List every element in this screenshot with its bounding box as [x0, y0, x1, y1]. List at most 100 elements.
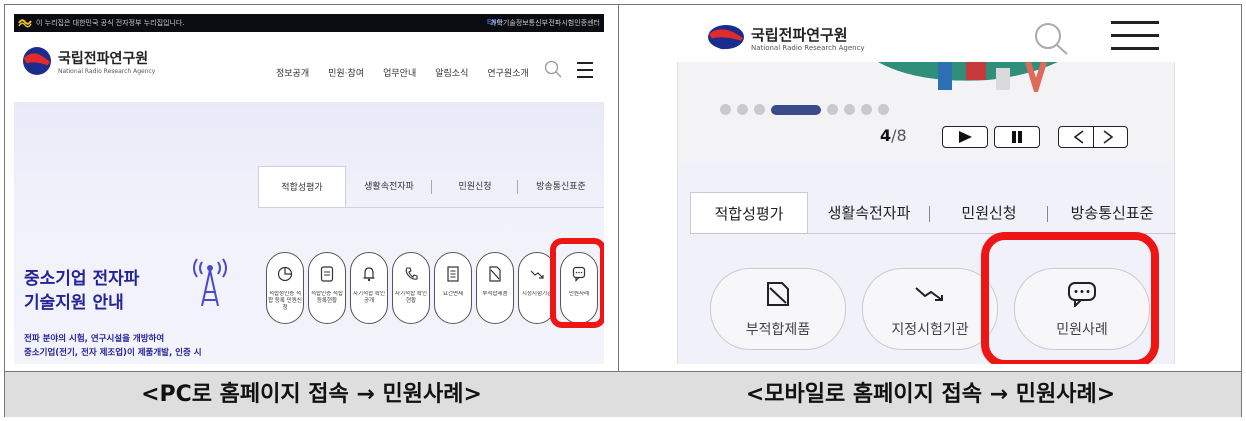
quick-label: 적합성인증 적합 등록 민원신청	[268, 291, 302, 311]
ministry-link[interactable]: 과학기술정보통신부	[490, 18, 548, 28]
promo-title-1: 중소기업 전자파	[24, 269, 140, 289]
tab-label: 방송통신표준	[536, 182, 586, 192]
quick-label: 요건면제	[442, 291, 464, 297]
tab-label: 민원신청	[458, 182, 492, 192]
chevron-right-icon[interactable]	[1094, 130, 1124, 144]
quick-label: 자기적합 확인 현황	[394, 291, 428, 304]
document-icon	[447, 266, 459, 282]
quick-label: 지정시험기관	[521, 291, 553, 297]
pie-chart-icon	[277, 266, 293, 282]
slider-dot[interactable]	[827, 104, 838, 115]
trend-down-icon	[915, 287, 943, 301]
mobile-site-logo[interactable]: 국립전파연구원 National Radio Research Agency	[707, 24, 865, 54]
tab-civil-apply[interactable]: 민원신청	[432, 166, 518, 207]
slider-dot[interactable]	[754, 104, 765, 115]
slider-dot[interactable]	[737, 104, 748, 115]
mobile-caption: <모바일로 홈페이지 접속 → 민원사례>	[745, 382, 1116, 407]
search-icon[interactable]	[544, 60, 562, 78]
tab-label: 민원신청	[961, 204, 1017, 222]
nav-item-info[interactable]: 정보공개	[276, 66, 309, 79]
mobile-slider: 4/8	[677, 62, 1175, 162]
tab-broadcast-std[interactable]: 방송통신표준	[1048, 192, 1176, 233]
gov-banner-text: 이 누리집은 대한민국 공식 전자정부 누리집입니다.	[36, 19, 185, 27]
nav-item-work[interactable]: 업무안내	[383, 66, 416, 79]
gov-emblem-icon	[18, 19, 32, 28]
slider-dot[interactable]	[720, 104, 731, 115]
tab-label: 생활속전자파	[364, 182, 414, 192]
quick-test-lab[interactable]: 지정시험기관	[862, 268, 998, 350]
quick-nonconform[interactable]: 부적합제품	[710, 268, 846, 350]
quick-self-open[interactable]: 자기적합 확인 공개	[350, 252, 388, 324]
pc-quick-menu: 적합성인증 적합 등록 민원신청 적합인증 적합등록현황 자기적합 확인 공개 …	[266, 252, 598, 324]
quick-label: 지정시험기관	[891, 322, 969, 338]
menu-icon[interactable]	[1111, 21, 1159, 60]
tab-civil-apply[interactable]: 민원신청	[930, 192, 1048, 233]
quick-label: 부적합제품	[745, 322, 811, 338]
pc-main-nav: 정보공개 민원·참여 업무안내 알림소식 연구원소개	[276, 66, 529, 79]
chevron-left-icon[interactable]	[1063, 130, 1093, 144]
comparison-frame: 이 누리집은 대한민국 공식 전자정부 누리집입니다. ENG 과학기술정보통신…	[4, 4, 1242, 417]
pause-icon	[1012, 131, 1022, 143]
search-icon[interactable]	[1031, 20, 1071, 56]
play-button[interactable]	[942, 126, 988, 148]
play-icon	[959, 131, 972, 143]
mobile-tab-bar: 적합성평가 생활속전자파 민원신청 방송통신표준	[690, 192, 1176, 234]
pc-site-logo[interactable]: 국립전파연구원 National Radio Research Agency	[22, 44, 155, 84]
promo-desc-2: 중소기업(전기, 전자 제조업)이 제품개발, 인증 시	[24, 348, 202, 358]
slider-dot-active[interactable]	[771, 104, 821, 115]
quick-label: 부적합제품	[482, 291, 508, 297]
tab-broadcast-std[interactable]: 방송통신표준	[518, 166, 604, 207]
menu-icon[interactable]	[577, 62, 593, 83]
nav-item-about[interactable]: 연구원소개	[487, 66, 528, 79]
column-divider	[618, 5, 619, 416]
rra-logo-icon	[708, 25, 744, 50]
test-center-link[interactable]: 전파시험인증센터	[548, 18, 600, 28]
pause-button[interactable]	[994, 126, 1040, 148]
quick-nonconform[interactable]: 부적합제품	[476, 252, 514, 324]
quick-self-status[interactable]: 자기적합 확인 현황	[392, 252, 430, 324]
bell-icon	[363, 267, 375, 282]
tab-emf[interactable]: 생활속전자파	[346, 166, 432, 207]
banner-illustration	[878, 62, 1058, 92]
promo-desc-1: 전파 분야의 시험, 연구시설을 개방하여	[24, 334, 165, 344]
nav-item-civil[interactable]: 민원·참여	[328, 66, 364, 79]
slider-prev-next	[1058, 126, 1128, 148]
broken-doc-icon	[489, 266, 501, 282]
tab-label: 적합성평가	[281, 183, 323, 193]
tab-conformity[interactable]: 적합성평가	[690, 192, 808, 233]
slider-pagination	[720, 104, 889, 115]
pc-logo-sub: National Radio Research Agency	[58, 68, 156, 75]
tab-label: 생활속전자파	[827, 204, 911, 222]
quick-exemption[interactable]: 요건면제	[434, 252, 472, 324]
pc-highlight-box	[550, 238, 604, 328]
slide-total: 8	[896, 126, 907, 145]
slider-dot[interactable]	[861, 104, 872, 115]
tab-label: 적합성평가	[714, 205, 784, 223]
quick-label: 적합인증 적합등록현황	[310, 291, 344, 304]
tab-conformity[interactable]: 적합성평가	[258, 166, 346, 207]
slider-dot[interactable]	[878, 104, 889, 115]
pc-caption: <PC로 홈페이지 접속 → 민원사례>	[141, 382, 482, 407]
receipt-icon	[320, 266, 334, 282]
tab-emf[interactable]: 생활속전자파	[808, 192, 930, 233]
phone-icon	[405, 267, 418, 280]
pc-screenshot: 이 누리집은 대한민국 공식 전자정부 누리집입니다. ENG 과학기술정보통신…	[14, 14, 604, 364]
mobile-highlight-box	[981, 232, 1159, 364]
pc-header: 국립전파연구원 National Radio Research Agency 정…	[14, 32, 604, 102]
pc-tab-bar: 적합성평가 생활속전자파 민원신청 방송통신표준	[258, 166, 604, 208]
mobile-logo-name: 국립전파연구원	[751, 26, 848, 44]
trend-down-icon	[530, 270, 544, 279]
radio-tower-icon	[193, 258, 227, 307]
tab-label: 방송통신표준	[1070, 204, 1154, 222]
gov-banner: 이 누리집은 대한민국 공식 전자정부 누리집입니다. ENG 과학기술정보통신…	[14, 14, 604, 32]
nav-item-news[interactable]: 알림소식	[435, 66, 468, 79]
slider-dot[interactable]	[844, 104, 855, 115]
quick-apply[interactable]: 적합성인증 적합 등록 민원신청	[266, 252, 304, 324]
quick-cert-status[interactable]: 적합인증 적합등록현황	[308, 252, 346, 324]
slide-counter: 4/8	[880, 126, 907, 145]
rra-logo-icon	[23, 47, 51, 75]
sme-promo[interactable]: 중소기업 전자파 기술지원 안내 전파 분야의 시험, 연구시설을 개방하여 중…	[14, 200, 254, 364]
mobile-logo-sub: National Radio Research Agency	[751, 44, 865, 52]
pc-logo-name: 국립전파연구원	[58, 51, 149, 67]
slide-current: 4	[880, 126, 892, 145]
